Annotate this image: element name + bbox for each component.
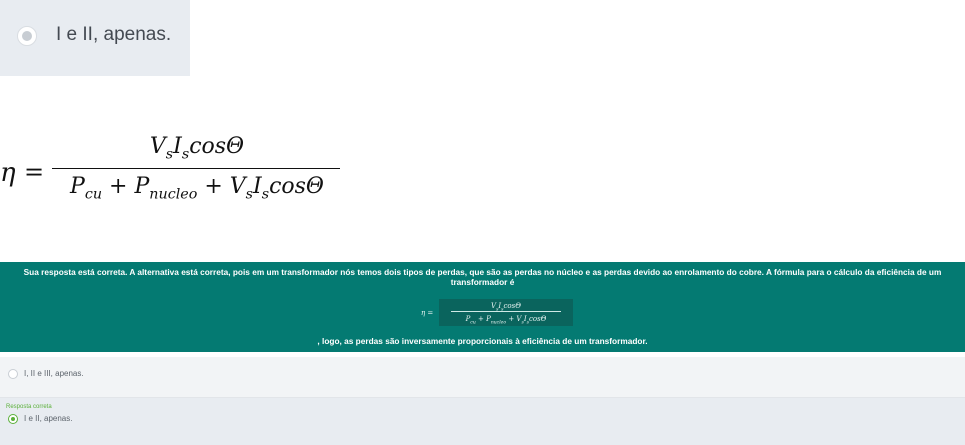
- option-label: I, II e III, apenas.: [24, 369, 84, 378]
- feedback-banner: Sua resposta está correta. A alternativa…: [0, 262, 965, 352]
- formula-denominator: Pcu + Pnucleo + VsIscosΘ: [70, 174, 324, 203]
- feedback-formula: η = VsIscosΘ Pcu + Pnucleo + VsIscosΘ: [421, 298, 573, 326]
- selected-option[interactable]: I e II, apenas.: [0, 0, 190, 76]
- formula-eta: η: [0, 158, 16, 188]
- feedback-conclusion: , logo, as perdas são inversamente propo…: [317, 336, 648, 346]
- efficiency-formula: η = VsIscosΘ Pcu + Pnucleo + VsIscosΘ: [0, 128, 360, 208]
- formula-numerator: VsIscosΘ: [149, 134, 245, 163]
- option-label: I e II, apenas.: [56, 24, 172, 45]
- formula-equals: =: [24, 158, 45, 186]
- radio-unselected-icon[interactable]: [8, 369, 18, 379]
- correct-answer-option[interactable]: Resposta correta I e II, apenas.: [0, 398, 965, 445]
- feedback-formula-bar: [451, 311, 561, 312]
- feedback-formula-eta: η =: [421, 309, 434, 317]
- feedback-formula-box: VsIscosΘ Pcu + Pnucleo + VsIscosΘ: [439, 299, 573, 326]
- feedback-text: Sua resposta está correta. A alternativa…: [23, 267, 942, 287]
- option-label: I e II, apenas.: [24, 414, 73, 423]
- radio-selected-icon[interactable]: [17, 26, 37, 46]
- radio-correct-icon[interactable]: [8, 414, 18, 424]
- correct-answer-caption: Resposta correta: [6, 404, 52, 410]
- formula-fraction-bar: [52, 168, 340, 169]
- feedback-formula-denominator: Pcu + Pnucleo + VsIscosΘ: [465, 315, 547, 326]
- answer-option[interactable]: I, II e III, apenas.: [0, 357, 965, 398]
